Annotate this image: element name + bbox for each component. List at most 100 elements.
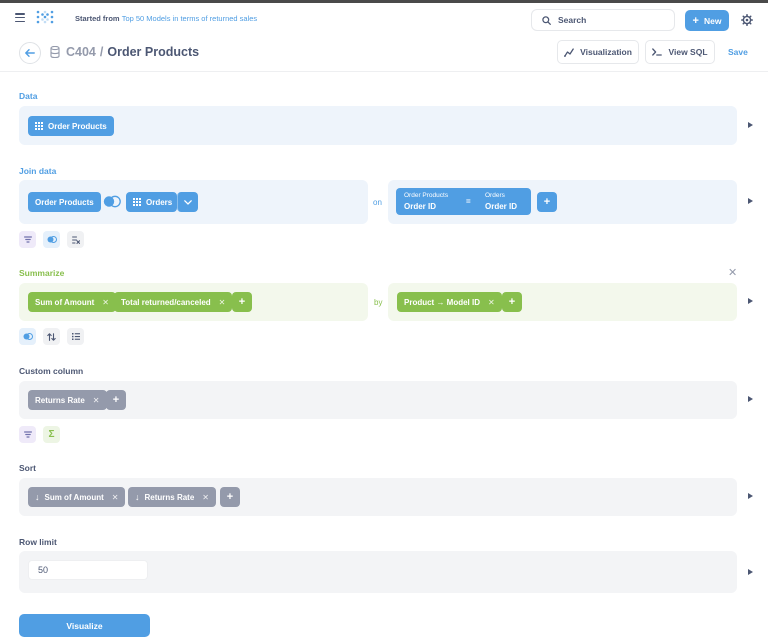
add-sort-button[interactable]	[43, 328, 60, 345]
add-filter-button[interactable]	[19, 231, 36, 248]
breakout-chip[interactable]: Product → Model ID ✕	[397, 292, 502, 312]
sort-preview-icon[interactable]	[748, 493, 753, 499]
started-from-link[interactable]: Top 50 Models in terms of returned sales	[122, 14, 257, 23]
visualization-button[interactable]: Visualization	[557, 40, 639, 64]
gear-icon[interactable]	[741, 14, 753, 26]
custom-column-label: Returns Rate	[35, 395, 85, 405]
remove-icon[interactable]: ✕	[202, 493, 209, 502]
join-condition-operator: =	[466, 197, 471, 206]
search-label: Search	[558, 15, 587, 25]
visualize-button[interactable]: Visualize	[19, 614, 150, 637]
metric-label: Sum of Amount	[35, 297, 95, 307]
custom-column-preview-icon[interactable]	[748, 396, 753, 402]
table-grid-icon	[133, 198, 141, 206]
save-button[interactable]: Save	[728, 47, 748, 57]
started-from-prefix: Started from	[75, 14, 120, 23]
custom-column-box	[19, 381, 737, 419]
back-button[interactable]	[19, 42, 41, 64]
arrow-down-icon: ↓	[135, 492, 140, 502]
custom-column-icon	[71, 235, 80, 244]
metric-chip[interactable]: Sum of Amount ✕	[28, 292, 116, 312]
filter-icon	[23, 236, 32, 243]
close-icon[interactable]: ✕	[728, 266, 737, 279]
sort-section-label: Sort	[19, 463, 36, 473]
custom-column-chip[interactable]: Returns Rate ✕	[28, 390, 107, 410]
remove-icon[interactable]: ✕	[102, 298, 109, 307]
remove-icon[interactable]: ✕	[488, 298, 495, 307]
breadcrumb-database[interactable]: C404	[66, 45, 96, 59]
add-breakout-button[interactable]: +	[502, 292, 522, 312]
custom-column-section-label: Custom column	[19, 366, 84, 376]
sort-label: Sum of Amount	[44, 492, 104, 502]
visualization-icon	[564, 47, 574, 57]
filter-icon	[23, 431, 32, 438]
join-on-label: on	[373, 198, 382, 207]
metric-label: Total returned/canceled	[121, 297, 211, 307]
add-custom-column-button[interactable]	[67, 231, 84, 248]
metric-chip[interactable]: Total returned/canceled ✕	[114, 292, 233, 312]
visualization-label: Visualization	[580, 47, 632, 57]
join-left-table-chip[interactable]: Order Products	[28, 192, 101, 212]
join-condition-right-table: Orders	[485, 192, 505, 199]
remove-icon[interactable]: ✕	[93, 396, 100, 405]
add-metric-button[interactable]: +	[232, 292, 252, 312]
summarize-by-label: by	[374, 298, 383, 307]
add-filter-button[interactable]	[19, 426, 36, 443]
row-limit-section-label: Row limit	[19, 537, 57, 547]
join-condition-right-column: Order ID	[485, 202, 518, 211]
database-icon	[50, 46, 60, 58]
sort-chip[interactable]: ↓ Sum of Amount ✕	[28, 487, 126, 507]
sigma-icon: Σ	[48, 429, 55, 440]
data-table-chip[interactable]: Order Products	[28, 116, 114, 136]
breadcrumb: C404/Order Products	[66, 45, 199, 59]
arrow-down-icon: ↓	[35, 492, 40, 502]
row-limit-preview-icon[interactable]	[748, 569, 753, 575]
join-icon	[47, 236, 57, 243]
add-join-condition-button[interactable]: +	[537, 192, 557, 212]
join-icon	[23, 333, 33, 340]
metabase-logo-icon[interactable]	[36, 10, 54, 24]
data-section-label: Data	[19, 91, 38, 101]
data-step-box	[19, 106, 737, 145]
view-sql-label: View SQL	[668, 47, 708, 57]
view-sql-button[interactable]: View SQL	[645, 40, 715, 64]
row-limit-input[interactable]: 50	[28, 560, 148, 580]
sort-chip[interactable]: ↓ Returns Rate ✕	[128, 487, 216, 507]
sort-box	[19, 478, 737, 516]
table-grid-icon	[35, 122, 43, 130]
summarize-section-label: Summarize	[19, 268, 65, 278]
sort-icon	[47, 332, 56, 341]
left-join-icon[interactable]	[103, 195, 121, 208]
join-condition-left-table: Order Products	[404, 192, 449, 199]
join-table-dropdown[interactable]	[177, 192, 198, 212]
add-join-button[interactable]	[43, 231, 60, 248]
search-bar[interactable]: Search	[531, 9, 675, 31]
breadcrumb-table[interactable]: Order Products	[107, 45, 199, 59]
join-condition-left-column: Order ID	[404, 202, 437, 211]
add-custom-column-button[interactable]: +	[106, 390, 126, 410]
search-icon	[542, 15, 551, 25]
add-join-button[interactable]	[19, 328, 36, 345]
terminal-icon	[652, 48, 663, 56]
new-button[interactable]: + New	[685, 10, 729, 31]
data-preview-icon[interactable]	[748, 122, 753, 128]
breakout-label: Product → Model ID	[404, 297, 480, 307]
join-section-label: Join data	[19, 166, 57, 176]
add-row-limit-button[interactable]	[67, 328, 84, 345]
started-from-text: Started from Top 50 Models in terms of r…	[75, 14, 257, 23]
chevron-down-icon	[184, 199, 192, 205]
join-right-table-chip[interactable]: Orders	[126, 192, 178, 212]
join-condition-chip[interactable]: Order Products Order ID = Orders Order I…	[396, 188, 531, 215]
summarize-preview-icon[interactable]	[748, 298, 753, 304]
menu-icon[interactable]	[15, 13, 25, 23]
remove-icon[interactable]: ✕	[219, 298, 226, 307]
join-right-table-label: Orders	[146, 197, 173, 207]
remove-icon[interactable]: ✕	[112, 493, 119, 502]
arrow-left-icon	[25, 49, 35, 57]
add-summarize-button[interactable]: Σ	[43, 426, 60, 443]
join-preview-icon[interactable]	[748, 198, 753, 204]
add-sort-button[interactable]: +	[220, 487, 240, 507]
plus-icon: +	[692, 14, 699, 27]
join-left-table-label: Order Products	[35, 197, 94, 207]
list-icon	[71, 333, 80, 340]
